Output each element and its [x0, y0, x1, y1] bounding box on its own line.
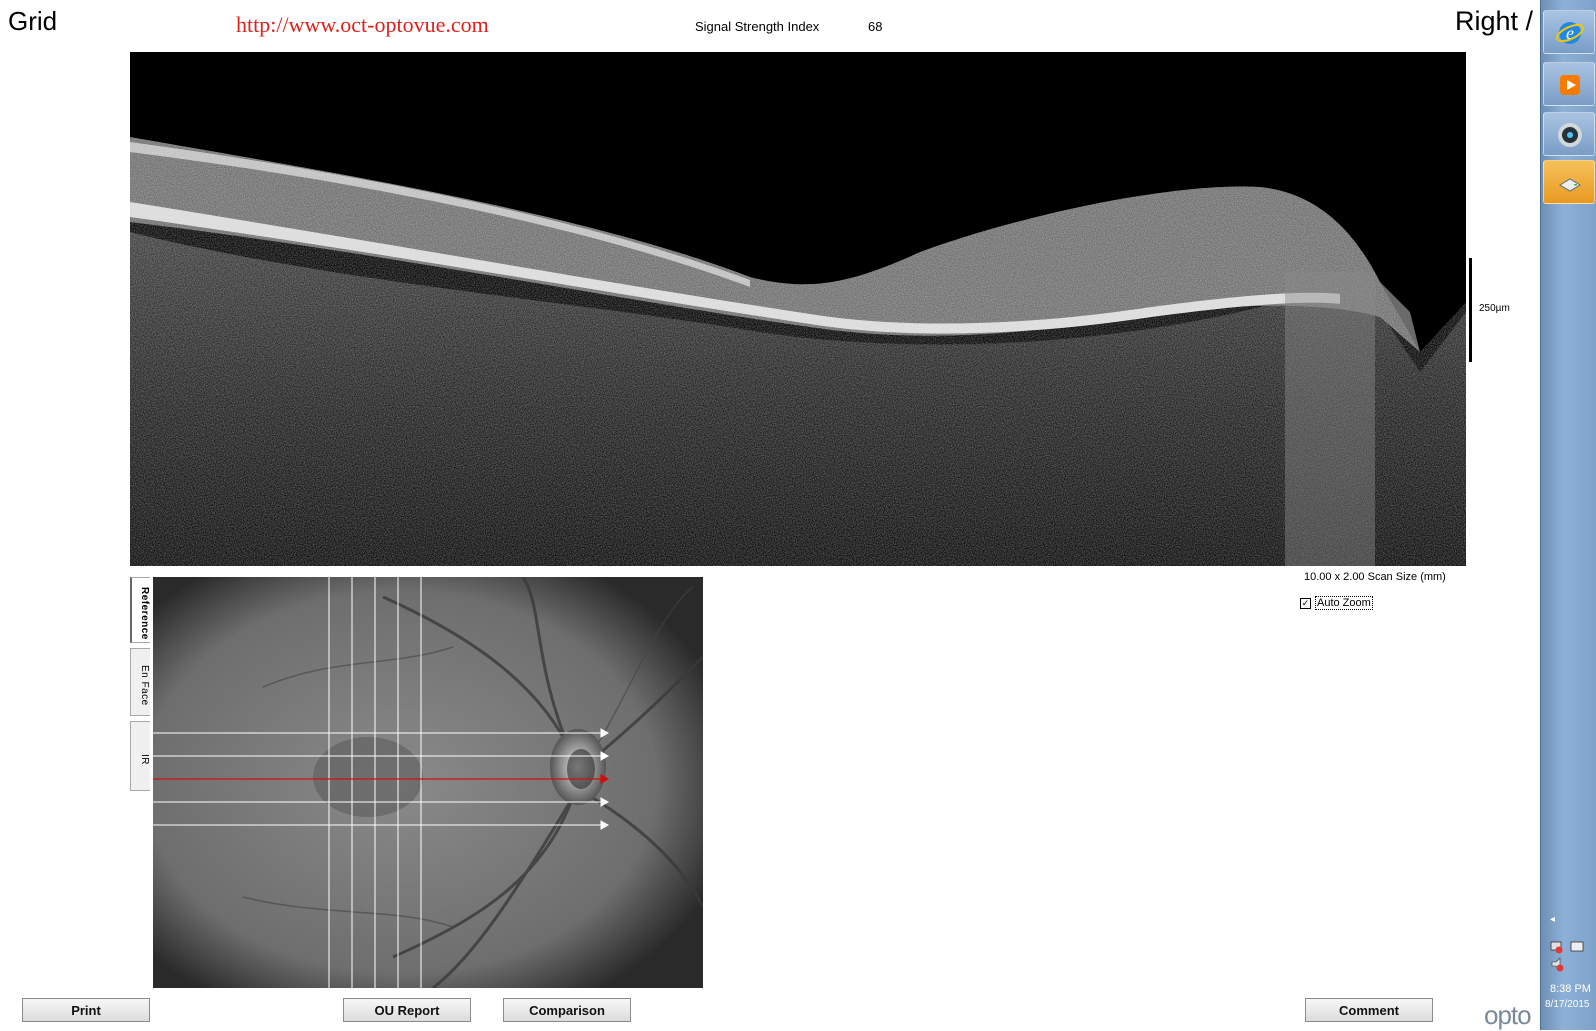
clock-date[interactable]: 8/17/2015: [1545, 999, 1590, 1010]
tab-ir[interactable]: IR: [130, 721, 150, 791]
tray-expand-icon[interactable]: ◂: [1550, 914, 1555, 925]
camera-button[interactable]: [1543, 112, 1595, 156]
signal-strength-label: Signal Strength Index: [695, 19, 820, 34]
media-player-icon: [1560, 75, 1580, 95]
taskbar: e ◂ 8:38 PM 8/17/2015: [1540, 0, 1596, 1030]
tab-reference[interactable]: Reference: [130, 577, 150, 643]
comparison-button[interactable]: Comparison: [503, 998, 631, 1022]
drive-icon: [1559, 178, 1581, 192]
comment-button[interactable]: Comment: [1305, 998, 1433, 1022]
volume-muted-icon: [1551, 957, 1564, 972]
checkbox-box[interactable]: ✓: [1300, 597, 1311, 609]
camera-icon: [1558, 123, 1582, 147]
media-player-button[interactable]: [1543, 62, 1595, 106]
auto-zoom-label: Auto Zoom: [1315, 596, 1373, 610]
scan-size-label: 10.00 x 2.00 Scan Size (mm): [1304, 571, 1446, 583]
eye-label: Right /: [1455, 6, 1534, 36]
oct-bscan-image[interactable]: [130, 52, 1466, 566]
internet-explorer-icon: e: [1556, 22, 1584, 44]
brand-logo-text: opto: [1484, 1000, 1532, 1030]
clock-time[interactable]: 8:38 PM: [1550, 983, 1591, 995]
display-icon: [1570, 941, 1584, 952]
scale-bar: [1469, 258, 1472, 362]
ou-report-button[interactable]: OU Report: [343, 998, 471, 1022]
print-button[interactable]: Print: [22, 998, 150, 1022]
mode-title: Grid: [8, 6, 58, 36]
fundus-photo: [153, 577, 703, 988]
scale-label: 250µm: [1479, 303, 1510, 314]
signal-strength-value: 68: [868, 19, 883, 34]
drive-button[interactable]: [1543, 160, 1595, 204]
watermark-url: http://www.oct-optovue.com: [236, 12, 489, 37]
internet-explorer-button[interactable]: e: [1543, 10, 1595, 54]
network-error-icon: [1550, 941, 1563, 954]
fundus-reference-image[interactable]: [153, 577, 703, 988]
auto-zoom-checkbox[interactable]: ✓ Auto Zoom: [1300, 596, 1373, 610]
retina-cross-section: [130, 137, 1466, 566]
tab-en-face[interactable]: En Face: [130, 648, 150, 716]
tray-icons: [1549, 940, 1589, 985]
